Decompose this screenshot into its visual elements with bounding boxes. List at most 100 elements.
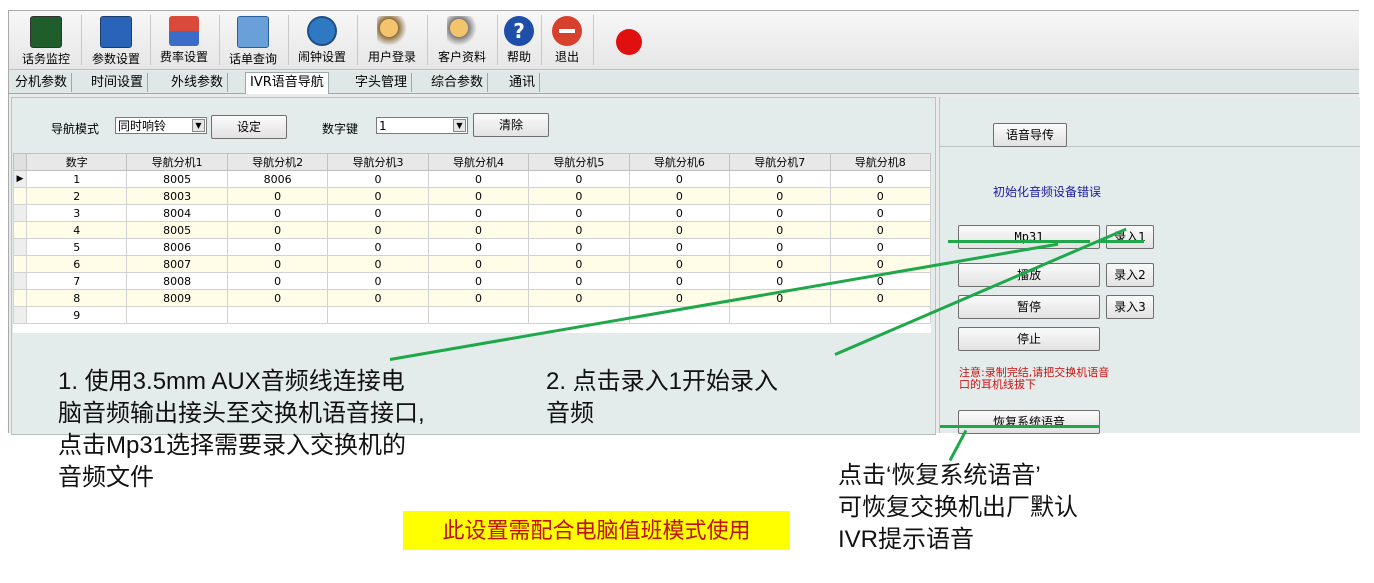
table-cell[interactable]: 8006 — [126, 238, 228, 256]
table-cell[interactable]: 0 — [528, 272, 630, 290]
tab-extension-params[interactable]: 分机参数 — [11, 73, 73, 92]
table-cell[interactable]: 0 — [528, 221, 630, 239]
table-cell[interactable]: 0 — [327, 187, 429, 205]
table-cell[interactable]: 4 — [25, 221, 128, 239]
column-header[interactable]: 导航分机8 — [829, 153, 931, 171]
column-header[interactable]: 导航分机3 — [327, 153, 429, 171]
table-cell[interactable]: 0 — [729, 238, 831, 256]
tab-general-params[interactable]: 综合参数 — [427, 73, 489, 92]
table-cell[interactable]: 0 — [528, 170, 630, 188]
table-cell[interactable]: 3 — [25, 204, 128, 222]
table-cell[interactable]: 0 — [628, 204, 731, 222]
table-cell[interactable]: 0 — [628, 170, 731, 188]
table-cell[interactable]: 0 — [729, 187, 831, 205]
table-cell[interactable]: 0 — [628, 255, 731, 273]
toolbar-monitor-button[interactable]: 话务监控 — [15, 14, 77, 68]
table-cell[interactable]: 0 — [829, 238, 931, 256]
record-2-button[interactable]: 录入2 — [1106, 263, 1154, 287]
table-row[interactable]: 3 8004 0 0 0 0 0 0 0 — [13, 204, 931, 222]
table-cell[interactable]: 0 — [829, 187, 931, 205]
restore-system-voice-button[interactable]: 恢复系统语音 — [958, 410, 1100, 434]
toolbar-alarm-button[interactable]: 闹钟设置 — [291, 14, 353, 68]
table-cell[interactable]: 0 — [226, 272, 329, 290]
table-cell[interactable]: 2 — [25, 187, 128, 205]
column-header[interactable]: 导航分机4 — [427, 153, 530, 171]
play-button[interactable]: 播放 — [958, 263, 1100, 287]
stop-button[interactable]: 停止 — [958, 327, 1100, 351]
table-cell[interactable]: 0 — [327, 238, 429, 256]
table-cell[interactable]: 0 — [729, 204, 831, 222]
record-3-button[interactable]: 录入3 — [1106, 295, 1154, 319]
table-cell[interactable]: 0 — [327, 255, 429, 273]
tab-ivr-navigation[interactable]: IVR语音导航 — [245, 72, 329, 94]
table-cell[interactable]: 8003 — [126, 187, 228, 205]
table-cell[interactable]: 0 — [427, 255, 530, 273]
table-cell[interactable]: 0 — [427, 204, 530, 222]
chevron-down-icon[interactable]: ▼ — [453, 119, 466, 132]
toolbar-params-button[interactable]: 参数设置 — [85, 14, 147, 68]
table-cell[interactable]: 0 — [729, 221, 831, 239]
table-cell[interactable] — [327, 306, 429, 324]
table-row[interactable]: ▶ 1 8005 8006 0 0 0 0 0 0 — [13, 170, 931, 188]
table-cell[interactable]: 0 — [226, 204, 329, 222]
table-cell[interactable]: 0 — [829, 170, 931, 188]
table-cell[interactable]: 8005 — [126, 221, 228, 239]
tab-prefix-management[interactable]: 字头管理 — [351, 73, 413, 92]
table-row[interactable]: 5 8006 0 0 0 0 0 0 0 — [13, 238, 931, 256]
table-cell[interactable]: 0 — [528, 289, 630, 307]
table-row[interactable]: 6 8007 0 0 0 0 0 0 0 — [13, 255, 931, 273]
set-button[interactable]: 设定 — [211, 115, 287, 139]
table-cell[interactable]: 0 — [327, 221, 429, 239]
table-cell[interactable]: 0 — [829, 204, 931, 222]
table-row[interactable]: 8 8009 0 0 0 0 0 0 0 — [13, 289, 931, 307]
toolbar-help-button[interactable]: ? 帮助 — [501, 14, 537, 68]
table-cell[interactable]: 0 — [729, 170, 831, 188]
tab-time-settings[interactable]: 时间设置 — [87, 73, 149, 92]
table-cell[interactable]: 8004 — [126, 204, 228, 222]
table-cell[interactable]: 0 — [226, 221, 329, 239]
table-cell[interactable]: 8008 — [126, 272, 228, 290]
table-cell[interactable]: 0 — [327, 289, 429, 307]
column-header[interactable]: 数字 — [25, 153, 128, 171]
table-cell[interactable]: 1 — [25, 170, 128, 188]
table-cell[interactable] — [427, 306, 530, 324]
table-cell[interactable]: 0 — [327, 170, 429, 188]
clear-button[interactable]: 清除 — [473, 113, 549, 137]
table-cell[interactable]: 0 — [528, 204, 630, 222]
table-row[interactable]: 9 — [13, 306, 931, 324]
table-cell[interactable]: 0 — [628, 221, 731, 239]
pause-button[interactable]: 暂停 — [958, 295, 1100, 319]
table-cell[interactable]: 0 — [226, 238, 329, 256]
column-header[interactable]: 导航分机7 — [729, 153, 831, 171]
toolbar-login-button[interactable]: 用户登录 — [361, 14, 423, 68]
mp3-select-button[interactable]: Mp31 — [958, 225, 1100, 249]
table-row[interactable]: 7 8008 0 0 0 0 0 0 0 — [13, 272, 931, 290]
table-cell[interactable]: 0 — [226, 289, 329, 307]
table-cell[interactable]: 0 — [528, 187, 630, 205]
table-cell[interactable]: 0 — [528, 238, 630, 256]
table-cell[interactable]: 0 — [327, 204, 429, 222]
table-cell[interactable]: 8007 — [126, 255, 228, 273]
table-cell[interactable]: 8005 — [126, 170, 228, 188]
voice-upload-button[interactable]: 语音导传 — [993, 123, 1067, 147]
table-cell[interactable] — [226, 306, 329, 324]
table-cell[interactable]: 0 — [427, 272, 530, 290]
table-cell[interactable]: 0 — [829, 289, 931, 307]
toolbar-records-button[interactable]: 话单查询 — [222, 14, 284, 68]
table-row[interactable]: 2 8003 0 0 0 0 0 0 0 — [13, 187, 931, 205]
table-cell[interactable]: 0 — [628, 238, 731, 256]
table-cell[interactable]: 0 — [427, 221, 530, 239]
table-cell[interactable]: 0 — [729, 255, 831, 273]
table-cell[interactable]: 0 — [427, 170, 530, 188]
table-cell[interactable]: 0 — [226, 187, 329, 205]
table-cell[interactable]: 8006 — [226, 170, 329, 188]
table-cell[interactable]: 0 — [628, 272, 731, 290]
table-cell[interactable]: 0 — [427, 187, 530, 205]
table-cell[interactable]: 0 — [829, 221, 931, 239]
table-row[interactable]: 4 8005 0 0 0 0 0 0 0 — [13, 221, 931, 239]
table-cell[interactable]: 0 — [327, 272, 429, 290]
table-cell[interactable]: 0 — [427, 238, 530, 256]
table-cell[interactable]: 8009 — [126, 289, 228, 307]
toolbar-exit-button[interactable]: 退出 — [549, 14, 585, 68]
nav-mode-select[interactable]: 同时响铃 ▼ — [115, 117, 207, 134]
